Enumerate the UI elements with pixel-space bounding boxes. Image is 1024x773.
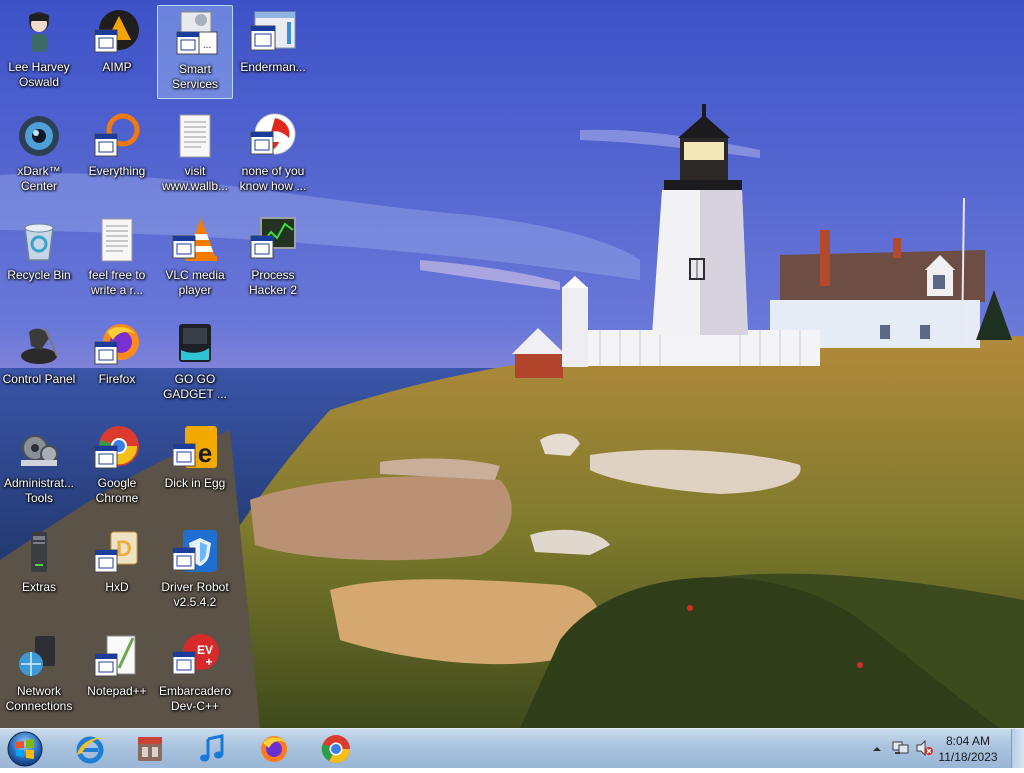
desktop-icon-label: GO GO GADGET ... bbox=[163, 372, 227, 401]
desktop-icon-hxd[interactable]: D HxD bbox=[79, 524, 155, 618]
start-button[interactable] bbox=[5, 730, 45, 768]
desktop-icon-label: Driver Robot v2.5.4.2 bbox=[161, 580, 229, 609]
desktop-icon-label: Lee Harvey Oswald bbox=[8, 60, 70, 89]
desktop-icon-lee-harvey-oswald[interactable]: Lee Harvey Oswald bbox=[1, 4, 77, 98]
desktop-icon-vlc-media-player[interactable]: VLC media player bbox=[157, 212, 233, 306]
control-panel-icon bbox=[15, 320, 63, 368]
windows-orb-icon bbox=[7, 731, 43, 767]
desktop-icon-dick-in-egg[interactable]: e Dick in Egg bbox=[157, 420, 233, 514]
driver-robot-icon bbox=[171, 528, 219, 576]
desktop-icon-visit-wallb[interactable]: visit www.wallb... bbox=[157, 108, 233, 202]
svg-text:+: + bbox=[205, 655, 212, 669]
hxd-icon: D bbox=[93, 528, 141, 576]
desktop[interactable]: Lee Harvey Oswald xDark™ Center Recycle … bbox=[0, 0, 1024, 728]
svg-text:D: D bbox=[116, 536, 132, 561]
desktop-icon-control-panel[interactable]: Control Panel bbox=[1, 316, 77, 410]
desktop-icon-aimp[interactable]: AIMP bbox=[79, 4, 155, 98]
aimp-icon bbox=[93, 8, 141, 56]
desktop-icon-label: Google Chrome bbox=[95, 476, 139, 505]
network-status-icon bbox=[892, 741, 909, 754]
text-document-icon bbox=[93, 216, 141, 264]
desktop-icon-recycle-bin[interactable]: Recycle Bin bbox=[1, 212, 77, 306]
xdark-icon bbox=[15, 112, 63, 160]
gadget-icon bbox=[171, 320, 219, 368]
notepad-plus-icon bbox=[93, 632, 141, 680]
network-icon bbox=[15, 632, 63, 680]
taskbar-clock[interactable]: 8:04 AM 11/18/2023 bbox=[932, 733, 1004, 765]
desktop-icon-google-chrome[interactable]: Google Chrome bbox=[79, 420, 155, 514]
desktop-icon-network-connections[interactable]: Network Connections bbox=[1, 628, 77, 722]
chrome-icon bbox=[321, 735, 350, 763]
desktop-icon-label: visit www.wallb... bbox=[161, 164, 229, 193]
desktop-icon-process-hacker-2[interactable]: Process Hacker 2 bbox=[235, 212, 311, 306]
desktop-icon-enderman[interactable]: Enderman... bbox=[235, 4, 311, 98]
desktop-icon-label: feel free to write a r... bbox=[88, 268, 146, 297]
desktop-icon-none-of-you-know[interactable]: none of you know how ... bbox=[235, 108, 311, 202]
desktop-icon-administrative-tools[interactable]: Administrat... Tools bbox=[1, 420, 77, 514]
desktop-icon-notepad-plus-plus[interactable]: Notepad++ bbox=[79, 628, 155, 722]
taskbar-pin-store[interactable] bbox=[128, 732, 172, 766]
desktop-icon-label: Network Connections bbox=[5, 684, 73, 713]
svg-text:...: ... bbox=[203, 40, 211, 51]
desktop-icon-xdark-center[interactable]: xDark™ Center bbox=[1, 108, 77, 202]
taskbar-pin-firefox[interactable] bbox=[252, 732, 296, 766]
desktop-icon-label: VLC media player bbox=[165, 268, 225, 297]
devcpp-icon: EV + bbox=[171, 632, 219, 680]
clock-time: 8:04 AM bbox=[945, 734, 991, 748]
firefox-icon bbox=[93, 320, 141, 368]
desktop-icon-label: Extras bbox=[21, 580, 56, 594]
admin-tools-icon bbox=[15, 424, 63, 472]
desktop-icon-label: Dick in Egg bbox=[164, 476, 226, 490]
smart-services-icon: ... bbox=[171, 10, 219, 58]
desktop-icon-smart-services[interactable]: ... Smart Services bbox=[157, 5, 233, 99]
text-document-icon bbox=[171, 112, 219, 160]
taskbar-pin-internet-explorer[interactable] bbox=[68, 732, 112, 766]
desktop-icon-label: Smart Services bbox=[171, 62, 218, 91]
desktop-icon-label: none of you know how ... bbox=[239, 164, 307, 193]
desktop-icon-label: Control Panel bbox=[2, 372, 76, 386]
svg-text:e: e bbox=[198, 438, 212, 468]
recycle-bin-icon bbox=[15, 216, 63, 264]
desktop-icon-label: Embarcadero Dev-C++ bbox=[158, 684, 232, 713]
store-icon bbox=[138, 737, 162, 761]
desktop-icon-label: Recycle Bin bbox=[7, 268, 71, 282]
process-hacker-icon bbox=[249, 216, 297, 264]
desktop-icon-feel-free-to-write[interactable]: feel free to write a r... bbox=[79, 212, 155, 306]
show-hidden-icons-button[interactable] bbox=[872, 741, 882, 759]
desktop-icon-everything[interactable]: Everything bbox=[79, 108, 155, 202]
network-tray-button[interactable] bbox=[892, 740, 910, 761]
dick-in-egg-icon: e bbox=[171, 424, 219, 472]
desktop-icon-extras[interactable]: Extras bbox=[1, 524, 77, 618]
chrome-icon bbox=[93, 424, 141, 472]
desktop-icon-label: Administrat... Tools bbox=[3, 476, 75, 505]
firefox-icon bbox=[261, 736, 287, 762]
app-window-icon bbox=[249, 8, 297, 56]
internet-explorer-icon bbox=[76, 736, 104, 764]
desktop-icon-go-go-gadget[interactable]: GO GO GADGET ... bbox=[157, 316, 233, 410]
desktop-icon-label: Enderman... bbox=[240, 60, 306, 74]
show-desktop-button[interactable] bbox=[1011, 729, 1024, 768]
desktop-icon-firefox[interactable]: Firefox bbox=[79, 316, 155, 410]
taskbar-pin-chrome[interactable] bbox=[314, 732, 358, 766]
taskbar-pin-music[interactable] bbox=[190, 732, 234, 766]
desktop-icon-label: xDark™ Center bbox=[17, 164, 61, 193]
desktop-icon-label: Process Hacker 2 bbox=[248, 268, 298, 297]
desktop-icon-label: Notepad++ bbox=[87, 684, 147, 698]
extras-icon bbox=[15, 528, 63, 576]
chevron-up-icon bbox=[873, 747, 881, 751]
desktop-icon-label: HxD bbox=[105, 580, 129, 594]
red-app-icon bbox=[249, 112, 297, 160]
desktop-icon-embarcadero-dev-cpp[interactable]: EV + Embarcadero Dev-C++ bbox=[157, 628, 233, 722]
everything-icon bbox=[93, 112, 141, 160]
music-note-icon bbox=[200, 734, 224, 762]
desktop-icon-driver-robot[interactable]: Driver Robot v2.5.4.2 bbox=[157, 524, 233, 618]
desktop-icon-label: Everything bbox=[88, 164, 146, 178]
clock-date: 11/18/2023 bbox=[938, 750, 998, 764]
person-icon bbox=[15, 8, 63, 56]
desktop-icon-label: Firefox bbox=[98, 372, 136, 386]
system-tray: 8:04 AM 11/18/2023 bbox=[864, 729, 1024, 769]
vlc-icon bbox=[171, 216, 219, 264]
desktop-icon-label: AIMP bbox=[102, 60, 132, 74]
taskbar: 8:04 AM 11/18/2023 bbox=[0, 728, 1024, 768]
